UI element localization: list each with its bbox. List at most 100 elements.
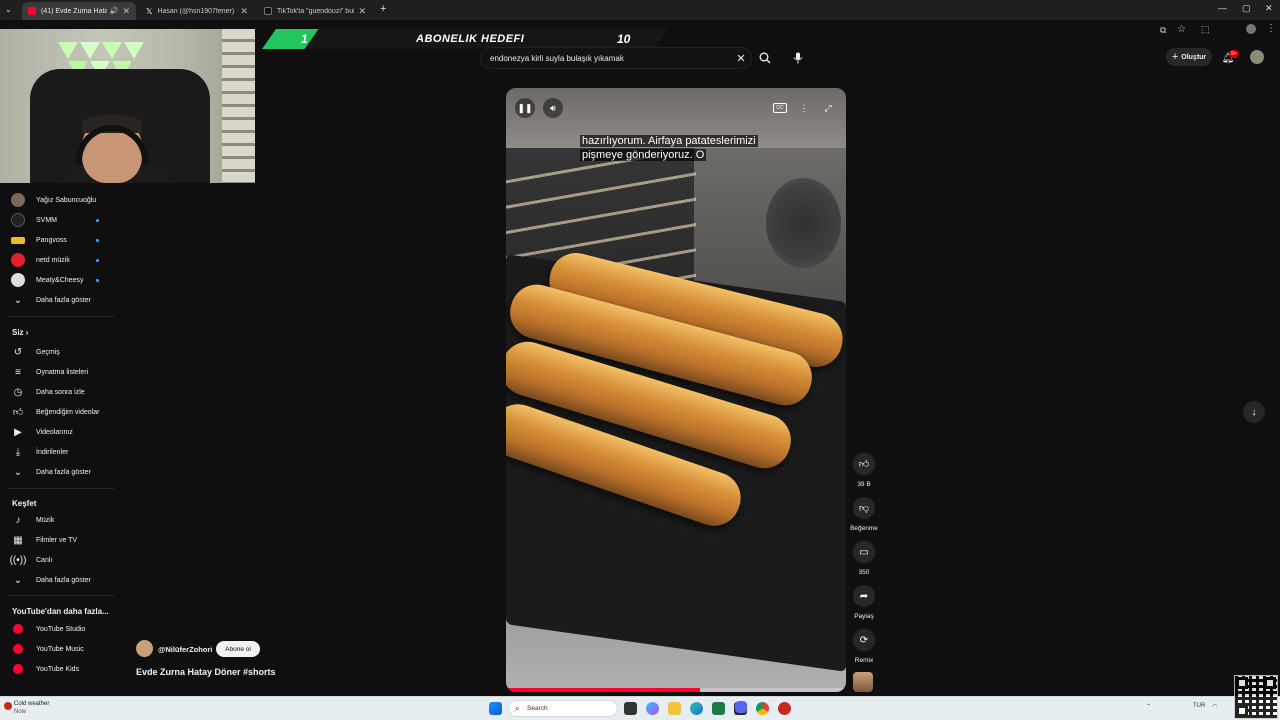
edge-icon[interactable] bbox=[690, 702, 703, 715]
app-icon[interactable] bbox=[778, 702, 791, 715]
share-button[interactable]: ➦ Paylaş bbox=[851, 585, 877, 620]
sidebar-item-films[interactable]: ▦ Filmler ve TV bbox=[0, 530, 118, 550]
new-tab-button[interactable]: + bbox=[380, 3, 386, 15]
sidebar-you-heading[interactable]: Siz › bbox=[12, 328, 28, 337]
voice-search-icon[interactable] bbox=[788, 48, 808, 68]
sidebar-item-watch-later[interactable]: ◷ Daha sonra izle bbox=[0, 382, 118, 402]
film-icon: ▦ bbox=[13, 534, 23, 546]
wifi-icon[interactable]: ◠ bbox=[1212, 703, 1217, 710]
close-tab-icon[interactable]: ✕ bbox=[240, 6, 248, 17]
you-heading-label: Siz bbox=[12, 328, 24, 337]
like-button[interactable]: 👍︎ 39 B bbox=[851, 453, 877, 488]
your-videos-icon: ▶ bbox=[14, 426, 22, 438]
sidebar-item-label: Canlı bbox=[36, 556, 53, 564]
sidebar-explore-show-more[interactable]: ⌄ Daha fazla göster bbox=[0, 570, 118, 590]
sidebar-item-downloads[interactable]: ⤓ İndirilenler bbox=[0, 442, 118, 462]
weather-icon[interactable] bbox=[4, 702, 12, 710]
sidebar-item-playlists[interactable]: ≡ Oynatma listeleri bbox=[0, 362, 118, 382]
fullscreen-icon[interactable]: ⤢ bbox=[818, 98, 838, 118]
channel-avatar bbox=[11, 273, 25, 287]
captions-icon[interactable]: CC bbox=[770, 98, 790, 118]
history-icon: ↺ bbox=[13, 346, 23, 358]
more-options-icon[interactable]: ⋮ bbox=[794, 98, 814, 118]
sidebar-item-label: YouTube Music bbox=[36, 645, 84, 653]
sidebar-more-heading: YouTube'dan daha fazla... bbox=[12, 607, 109, 616]
discord-icon[interactable] bbox=[735, 701, 747, 713]
speaker-icon: 🔊 bbox=[109, 8, 119, 15]
browser-tab-youtube[interactable]: (41) Evde Zurna Hatay Döner 🔊 ✕ bbox=[22, 2, 136, 20]
dislike-button[interactable]: 👎︎ Beğenme bbox=[850, 497, 878, 532]
subscriber-goal-bar: 1 ABONELIK HEDEFI 10 bbox=[262, 29, 668, 49]
sidebar-you-show-more[interactable]: ⌄ Daha fazla göster bbox=[0, 462, 118, 482]
chevron-down-icon: ⌄ bbox=[13, 466, 23, 478]
close-window-icon[interactable]: ✕ bbox=[1265, 3, 1273, 14]
close-tab-icon[interactable]: ✕ bbox=[358, 6, 366, 17]
audio-source-thumbnail[interactable] bbox=[853, 672, 873, 692]
sidebar-item-youtube-studio[interactable]: YouTube Studio bbox=[0, 619, 118, 639]
qr-finder-tr bbox=[1264, 677, 1276, 689]
sidebar-item-live[interactable]: ((•)) Canlı bbox=[0, 550, 118, 570]
minimize-icon[interactable]: — bbox=[1218, 3, 1227, 13]
sidebar-item-liked[interactable]: 👍︎ Beğendiğim videolar bbox=[0, 402, 118, 422]
file-explorer-icon[interactable] bbox=[668, 702, 681, 715]
next-video-button[interactable]: ↓ bbox=[1243, 401, 1265, 423]
channel-avatar[interactable] bbox=[136, 640, 153, 657]
qr-finder-tl bbox=[1236, 677, 1248, 689]
account-avatar[interactable] bbox=[1250, 50, 1264, 64]
close-tab-icon[interactable]: ✕ bbox=[122, 6, 130, 17]
sidebar-item-youtube-kids[interactable]: YouTube Kids bbox=[0, 659, 118, 679]
windows-start-icon[interactable] bbox=[489, 702, 502, 715]
remix-button[interactable]: ⟳ Remix bbox=[851, 629, 877, 664]
tray-chevron-icon[interactable]: ⌃ bbox=[1146, 703, 1151, 710]
copilot-icon[interactable] bbox=[646, 702, 659, 715]
sidebar-item-youtube-music[interactable]: YouTube Music bbox=[0, 639, 118, 659]
volume-icon[interactable]: 🔊︎ bbox=[543, 98, 563, 118]
shorts-video-player[interactable]: hazırlıyorum. Airfaya patateslerimizi pi… bbox=[506, 88, 846, 692]
youtube-studio-icon bbox=[11, 622, 25, 636]
comment-count: 350 bbox=[858, 569, 870, 576]
tab-list-chevron-icon[interactable]: ⌄ bbox=[5, 5, 15, 15]
sidebar-item-music[interactable]: ♪ Müzik bbox=[0, 510, 118, 530]
excel-icon[interactable] bbox=[712, 702, 725, 715]
sidebar-sub-yagiz[interactable]: Yağız Sabuncuoğlu bbox=[0, 190, 118, 210]
browser-tab-tiktok[interactable]: TikTok'ta "guendouzi" bulabilirsi ✕ bbox=[258, 2, 372, 20]
subscribe-button[interactable]: Abone ol bbox=[216, 641, 260, 657]
browser-tab-x[interactable]: 𝕏 Hasan (@hsn1907fener) / X ✕ bbox=[140, 2, 254, 20]
sidebar-item-your-videos[interactable]: ▶ Videolarınız bbox=[0, 422, 118, 442]
keyboard-language[interactable]: TUR bbox=[1193, 703, 1205, 709]
cast-icon[interactable]: ⧉ bbox=[1160, 25, 1166, 36]
sidebar-item-label: SVMM bbox=[36, 216, 57, 224]
sidebar-sub-pangvoss[interactable]: Pangvoss bbox=[0, 230, 118, 250]
sidebar-item-label: Pangvoss bbox=[36, 236, 67, 244]
extensions-icon[interactable]: ⬚ bbox=[1201, 24, 1210, 35]
create-button[interactable]: + Oluştur bbox=[1166, 48, 1212, 66]
weather-widget[interactable]: Cold weather Now bbox=[14, 700, 49, 716]
taskbar-search[interactable]: ⌕ Search bbox=[508, 700, 618, 717]
sidebar-explore-heading: Keşfet bbox=[12, 499, 37, 508]
sidebar-item-history[interactable]: ↺ Geçmiş bbox=[0, 342, 118, 362]
profile-avatar[interactable] bbox=[1246, 24, 1256, 34]
channel-handle[interactable]: @NilüferZohori bbox=[158, 645, 212, 654]
sidebar-sub-svmm[interactable]: SVMM bbox=[0, 210, 118, 230]
chrome-icon[interactable] bbox=[756, 702, 769, 715]
thumbs-down-icon: 👎︎ bbox=[853, 497, 875, 519]
browser-menu-icon[interactable]: ⋮ bbox=[1266, 23, 1276, 34]
maximize-icon[interactable]: ▢ bbox=[1242, 3, 1251, 14]
comments-button[interactable]: ▭ 350 bbox=[851, 541, 877, 576]
video-progress-bar[interactable] bbox=[506, 688, 846, 692]
pause-button[interactable]: ❚❚ bbox=[515, 98, 535, 118]
goal-current: 1 bbox=[301, 32, 308, 46]
sidebar-item-label: İndirilenler bbox=[36, 448, 69, 456]
sidebar-item-label: Müzik bbox=[36, 516, 55, 524]
search-input[interactable]: endonezya kirli suyla bulaşık yıkamak bbox=[480, 47, 752, 69]
clear-search-icon[interactable]: ✕ bbox=[731, 48, 751, 68]
youtube-kids-logo bbox=[13, 664, 23, 674]
bookmark-star-icon[interactable]: ☆ bbox=[1177, 24, 1186, 35]
task-view-icon[interactable] bbox=[624, 702, 637, 715]
channel-avatar bbox=[11, 253, 25, 267]
search-icon[interactable] bbox=[755, 48, 775, 68]
sidebar-sub-meaty[interactable]: Meaty&Cheesy bbox=[0, 270, 118, 290]
qr-finder-bl bbox=[1236, 705, 1248, 717]
sidebar-subs-show-more[interactable]: ⌄ Daha fazla göster bbox=[0, 290, 118, 310]
sidebar-sub-netd[interactable]: netd müzik bbox=[0, 250, 118, 270]
